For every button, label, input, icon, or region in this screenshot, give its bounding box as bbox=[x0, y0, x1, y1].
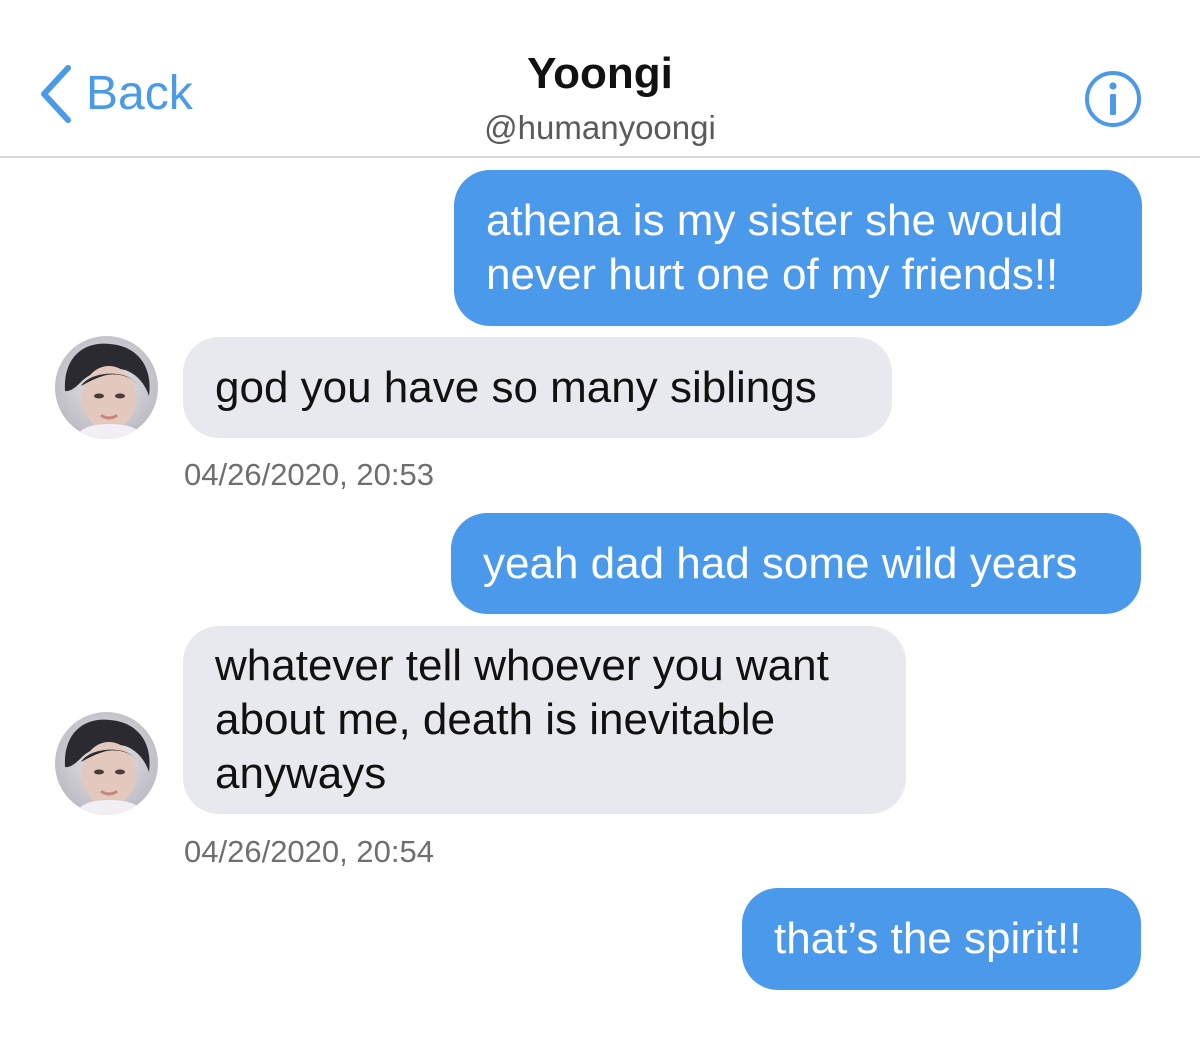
conversation-header: Back Yoongi @humanyoongi bbox=[0, 0, 1200, 158]
avatar[interactable] bbox=[55, 336, 158, 439]
incoming-message[interactable]: whatever tell whoever you want about me,… bbox=[183, 626, 906, 814]
message-text: whatever tell whoever you want about me,… bbox=[215, 641, 829, 798]
back-label: Back bbox=[86, 67, 193, 120]
chevron-left-icon bbox=[41, 65, 71, 123]
message-timestamp: 04/26/2020, 20:53 bbox=[184, 457, 434, 492]
conversation-title-block: Yoongi @humanyoongi bbox=[300, 46, 900, 150]
message-text: athena is my sister she would never hurt… bbox=[486, 196, 1064, 299]
contact-handle: @humanyoongi bbox=[484, 109, 716, 146]
contact-photo bbox=[55, 336, 158, 439]
contact-name: Yoongi bbox=[527, 49, 673, 98]
outgoing-message[interactable]: that’s the spirit!! bbox=[742, 888, 1141, 990]
message-text: that’s the spirit!! bbox=[774, 914, 1082, 963]
incoming-message[interactable]: god you have so many siblings bbox=[183, 337, 892, 438]
info-button[interactable] bbox=[1083, 69, 1143, 129]
message-timestamp: 04/26/2020, 20:54 bbox=[184, 834, 434, 869]
contact-photo bbox=[55, 712, 158, 815]
avatar[interactable] bbox=[55, 712, 158, 815]
outgoing-message[interactable]: athena is my sister she would never hurt… bbox=[454, 170, 1142, 326]
info-circle-icon bbox=[1085, 71, 1141, 127]
outgoing-message[interactable]: yeah dad had some wild years bbox=[451, 513, 1141, 614]
message-text: yeah dad had some wild years bbox=[483, 538, 1078, 588]
message-text: god you have so many siblings bbox=[215, 362, 817, 412]
back-button[interactable]: Back bbox=[36, 62, 193, 126]
